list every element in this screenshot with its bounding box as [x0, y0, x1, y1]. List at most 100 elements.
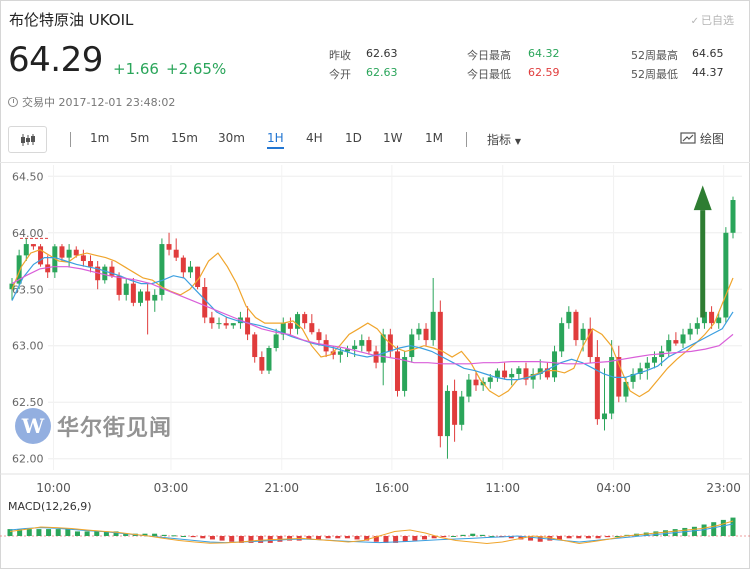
candle-body	[502, 370, 508, 378]
candle-body	[680, 334, 686, 344]
candle-body	[730, 200, 736, 233]
candle-body	[466, 379, 472, 397]
macd-bar	[190, 536, 196, 538]
macd-bar	[55, 529, 61, 536]
candle-body	[694, 323, 700, 329]
candle-body	[316, 332, 322, 341]
candle-body	[309, 323, 315, 333]
macd-bar	[585, 536, 591, 539]
candle-body	[366, 340, 372, 352]
candle-body	[609, 357, 615, 414]
candle-body	[88, 261, 94, 267]
candle-body	[602, 413, 608, 420]
x-tick-label: 21:00	[264, 481, 299, 495]
macd-bar	[412, 536, 418, 541]
macd-bar	[65, 529, 71, 536]
macd-bar	[595, 536, 601, 539]
macd-bar	[325, 536, 331, 539]
macd-bar	[576, 536, 582, 539]
macd-bar	[161, 534, 167, 536]
x-tick-label: 16:00	[375, 481, 410, 495]
x-axis: 10:00 03:00 21:00 16:00 11:00 04:00 23:00	[36, 481, 741, 495]
candle-body	[123, 283, 129, 295]
y-tick-label: 64.00	[12, 227, 44, 240]
y-tick-label: 63.00	[12, 340, 44, 353]
y-tick-label: 62.00	[12, 453, 44, 466]
candle-body	[494, 370, 500, 378]
candle-body	[80, 255, 86, 262]
candle-body	[23, 244, 29, 256]
macd-bar	[74, 531, 80, 536]
wallstreetcn-logo: W	[15, 408, 51, 444]
candle-body	[580, 328, 586, 341]
macd-label: MACD(12,26,9)	[8, 500, 92, 513]
candle-body	[216, 323, 222, 325]
macd-bar	[441, 536, 447, 538]
candle-body	[487, 377, 493, 382]
candle-body	[252, 334, 258, 358]
candle-body	[59, 246, 65, 258]
candle-body	[509, 373, 515, 378]
x-tick-label: 10:00	[36, 481, 71, 495]
candle-body	[116, 275, 122, 295]
macd-bar	[94, 531, 100, 536]
watermark-text: 华尔街见闻	[57, 415, 173, 441]
macd-bar	[479, 534, 485, 536]
candle-body	[373, 351, 379, 363]
macd-bar	[566, 536, 572, 539]
candle-body	[709, 311, 715, 324]
candle-body	[259, 357, 265, 371]
macd-bar	[181, 536, 187, 537]
candle-body	[552, 351, 558, 378]
candle-body	[73, 249, 79, 256]
macd-bar	[315, 536, 321, 540]
candle-body	[273, 334, 279, 348]
trend-arrow-head	[693, 185, 712, 211]
candle-body	[66, 249, 72, 258]
candle-body	[302, 314, 308, 324]
macd-bar	[258, 536, 264, 543]
candle-body	[644, 362, 650, 369]
x-tick-label: 04:00	[596, 481, 631, 495]
macd-bar	[711, 522, 717, 536]
candle-body	[266, 348, 272, 371]
macd-bar	[720, 519, 726, 536]
macd-bar	[84, 531, 90, 536]
x-tick-label: 11:00	[485, 481, 520, 495]
candle-body	[402, 357, 408, 391]
macd-bar	[730, 517, 736, 536]
x-tick-label: 23:00	[706, 481, 741, 495]
macd-bar	[229, 536, 235, 542]
moving-averages	[11, 249, 734, 398]
macd-line	[9, 520, 734, 545]
candle-body	[416, 328, 422, 335]
candle-body	[723, 232, 729, 318]
candle-body	[459, 396, 465, 425]
candle-body	[337, 351, 343, 355]
macd-bar	[200, 536, 206, 539]
candle-body	[666, 340, 672, 352]
candle-body	[716, 317, 722, 324]
candle-body	[145, 291, 151, 301]
macd-bar	[653, 531, 659, 536]
candle-body	[359, 340, 365, 346]
moving-average-line	[11, 249, 734, 398]
candle-body	[566, 311, 572, 324]
macd-bar	[402, 536, 408, 542]
macd-bar	[46, 529, 52, 536]
macd-bar	[36, 529, 42, 536]
candle-body	[130, 283, 136, 303]
candle-body	[245, 317, 251, 335]
candle-body	[209, 317, 215, 324]
macd-bar	[26, 529, 32, 536]
macd-bar	[470, 533, 476, 536]
candle-body	[287, 323, 293, 329]
candle-body	[594, 357, 600, 420]
x-tick-label: 03:00	[154, 481, 189, 495]
candle-body	[452, 390, 458, 425]
candle-body	[651, 357, 657, 363]
candle-body	[180, 257, 186, 273]
candle-body	[444, 390, 450, 437]
macd-bar	[354, 536, 360, 540]
price-chart[interactable]: 64.5064.0063.5063.0062.5062.00 10:00 03:0…	[0, 0, 750, 569]
